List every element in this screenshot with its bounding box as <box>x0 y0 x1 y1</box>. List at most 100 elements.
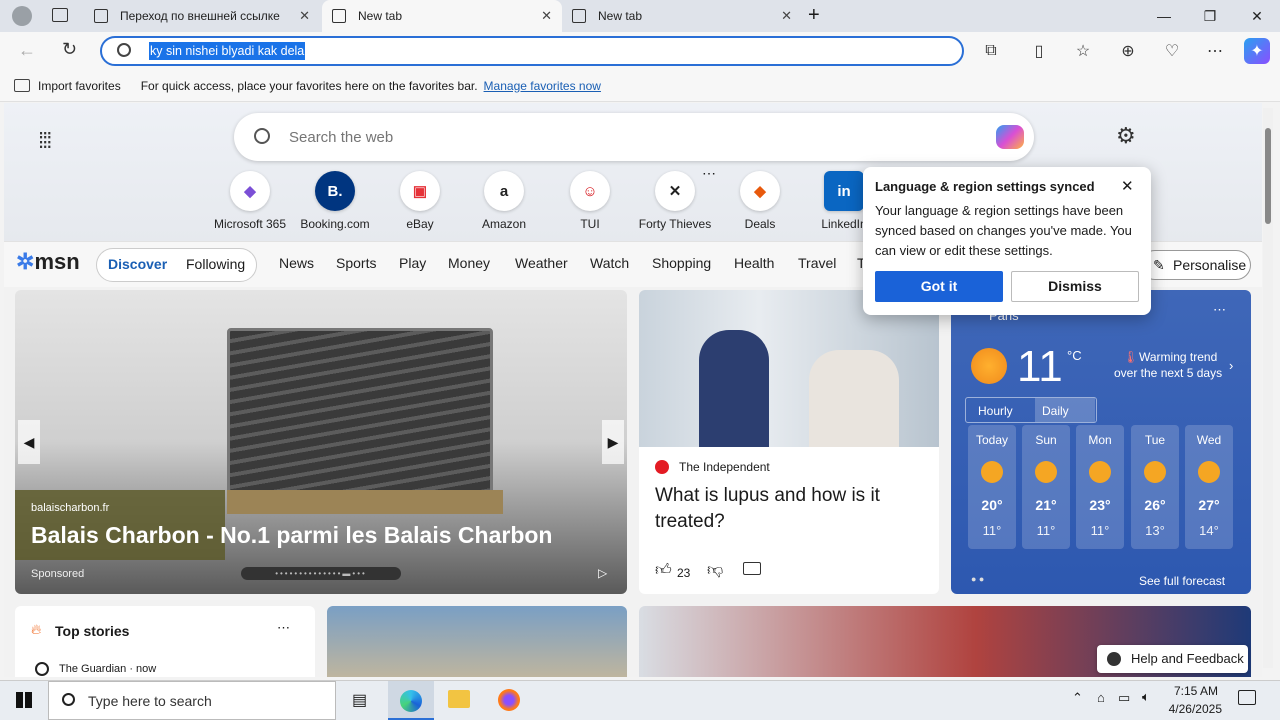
castle-story-card[interactable] <box>327 606 627 677</box>
nav-news[interactable]: News <box>279 255 314 271</box>
notifications-icon[interactable] <box>1238 690 1256 705</box>
nav-sports[interactable]: Sports <box>336 255 376 271</box>
quicklink-microsoft365[interactable]: ◆ Microsoft 365 <box>210 171 290 231</box>
split-screen-icon[interactable]: ▯ <box>1026 38 1052 64</box>
restore-button[interactable]: ❐ <box>1187 0 1233 32</box>
deals-tag-icon: ◆ <box>740 171 780 211</box>
like-icon[interactable]: 👍︎ <box>655 561 672 580</box>
story-title[interactable]: What is lupus and how is it treated? <box>655 483 925 535</box>
import-icon <box>14 79 30 92</box>
msn-logo[interactable]: ✲msn <box>16 249 80 275</box>
nav-health[interactable]: Health <box>734 255 774 271</box>
sponsored-hero-card[interactable]: ◀ ▶ balaischarbon.fr Balais Charbon - No… <box>15 290 627 594</box>
scrollbar-thumb[interactable] <box>1265 128 1271 224</box>
import-favorites-link[interactable]: Import favorites <box>38 79 121 93</box>
hero-title[interactable]: Balais Charbon - No.1 parmi les Balais C… <box>31 522 552 549</box>
forecast-wed[interactable]: Wed 27° 14° <box>1185 425 1233 549</box>
dismiss-button[interactable]: Dismiss <box>1011 271 1139 302</box>
forecast-mon[interactable]: Mon 23° 11° <box>1076 425 1124 549</box>
tab-actions-icon[interactable] <box>52 8 68 22</box>
news-card-lupus[interactable]: The Independent What is lupus and how is… <box>639 290 939 594</box>
nav-travel[interactable]: Travel <box>798 255 836 271</box>
forecast-tue[interactable]: Tue 26° 13° <box>1131 425 1179 549</box>
collections-icon[interactable]: ⊕ <box>1115 38 1141 64</box>
more-menu-icon[interactable]: ⋯ <box>1202 38 1228 64</box>
weather-more-icon[interactable]: ⋯ <box>1213 302 1226 318</box>
extensions-icon[interactable]: ⧉ <box>978 38 1004 64</box>
copilot-icon[interactable] <box>996 125 1024 149</box>
tray-chevron-icon[interactable]: ⌃ <box>1072 690 1083 706</box>
profile-icon[interactable] <box>12 6 32 26</box>
edge-taskbar-icon[interactable] <box>388 681 434 720</box>
tab-external-link[interactable]: Переход по внешней ссылке ✕ <box>84 0 320 32</box>
hero-source: balaischarbon.fr <box>31 502 110 514</box>
quicklink-deals[interactable]: ◆ Deals <box>720 171 800 231</box>
carousel-dots[interactable]: ••••••••••••••▬••• <box>241 567 401 580</box>
got-it-button[interactable]: Got it <box>875 271 1003 302</box>
minimize-button[interactable]: — <box>1141 0 1187 32</box>
nav-money[interactable]: Money <box>448 255 490 271</box>
search-icon <box>62 693 75 706</box>
close-window-button[interactable]: ✕ <box>1234 0 1280 32</box>
nav-watch[interactable]: Watch <box>590 255 629 271</box>
manage-favorites-link[interactable]: Manage favorites now <box>484 79 601 93</box>
network-icon[interactable]: ▭ <box>1118 690 1130 706</box>
weather-dots[interactable]: ● ● <box>971 574 984 584</box>
close-tab-icon[interactable]: ✕ <box>781 8 792 24</box>
tab-daily[interactable]: Daily <box>1035 398 1095 422</box>
settings-gear-icon[interactable]: ⚙ <box>1116 123 1136 149</box>
carousel-next-button[interactable]: ▶ <box>602 420 624 464</box>
help-feedback-button[interactable]: Help and Feedback <box>1097 645 1248 673</box>
favorites-star-icon[interactable]: ☆ <box>1070 38 1096 64</box>
file-explorer-icon[interactable] <box>448 690 470 708</box>
tray-device-icon[interactable]: ⌂ <box>1097 690 1105 705</box>
start-windows-icon[interactable] <box>16 692 32 708</box>
apps-grid-icon[interactable]: ⁞⁞⁞ <box>38 128 52 154</box>
address-input[interactable]: ky sin nishei blyadi kak dela <box>149 42 306 60</box>
new-tab-button[interactable]: + <box>808 4 820 27</box>
fire-icon: 🔥︎ <box>31 621 42 637</box>
dislike-icon[interactable]: 👎︎ <box>707 561 723 580</box>
clock-date[interactable]: 4/26/2025 <box>1166 702 1222 716</box>
carousel-prev-button[interactable]: ◀ <box>18 420 40 464</box>
tab-new-tab[interactable]: New tab ✕ <box>562 0 802 32</box>
tab-hourly[interactable]: Hourly <box>978 404 1013 418</box>
see-full-forecast-link[interactable]: See full forecast <box>1139 574 1225 588</box>
dialog-close-icon[interactable]: ✕ <box>1121 177 1134 195</box>
back-icon[interactable]: ← <box>18 40 36 61</box>
quicklink-booking[interactable]: B. Booking.com <box>295 171 375 231</box>
quicklink-more-icon[interactable]: ⋯ <box>702 165 716 182</box>
chevron-right-icon[interactable]: › <box>1229 358 1233 373</box>
personalise-button[interactable]: ✎ Personalise <box>1140 250 1251 280</box>
comment-icon[interactable] <box>743 562 761 575</box>
forecast-today[interactable]: Today 20° 11° <box>968 425 1016 549</box>
volume-icon[interactable]: 🔈︎ <box>1142 689 1150 705</box>
nav-play[interactable]: Play <box>399 255 426 271</box>
firefox-icon[interactable] <box>498 689 520 711</box>
refresh-icon[interactable]: ↻ <box>62 39 77 60</box>
web-search-box[interactable] <box>234 113 1034 161</box>
nav-shopping[interactable]: Shopping <box>652 255 711 271</box>
pencil-icon: ✎ <box>1153 257 1165 273</box>
tab-following[interactable]: Following <box>186 256 245 272</box>
quicklink-ebay[interactable]: ▣ eBay <box>380 171 460 231</box>
ad-choices-icon[interactable]: ▷ <box>598 566 607 580</box>
close-tab-icon[interactable]: ✕ <box>299 8 310 24</box>
top-stories-more-icon[interactable]: ⋯ <box>277 620 290 636</box>
story-source: The Independent <box>679 460 770 474</box>
clock-time[interactable]: 7:15 AM <box>1172 684 1218 698</box>
page-scrollbar[interactable] <box>1263 108 1273 668</box>
temp-unit[interactable]: °C <box>1067 348 1082 363</box>
task-view-icon[interactable]: ▤ <box>352 690 367 710</box>
copilot-icon[interactable]: ✦ <box>1244 38 1270 64</box>
tab-new-tab-active[interactable]: New tab ✕ <box>322 0 562 32</box>
web-search-input[interactable] <box>289 125 969 149</box>
tab-discover[interactable]: Discover <box>108 256 167 272</box>
taskbar-search-input[interactable]: Type here to search <box>88 693 212 709</box>
forecast-sun[interactable]: Sun 21° 11° <box>1022 425 1070 549</box>
close-tab-icon[interactable]: ✕ <box>541 8 552 24</box>
nav-weather[interactable]: Weather <box>515 255 568 271</box>
performance-icon[interactable]: ♡ <box>1159 38 1185 64</box>
quicklink-tui[interactable]: ☺ TUI <box>550 171 630 231</box>
quicklink-amazon[interactable]: a Amazon <box>464 171 544 231</box>
